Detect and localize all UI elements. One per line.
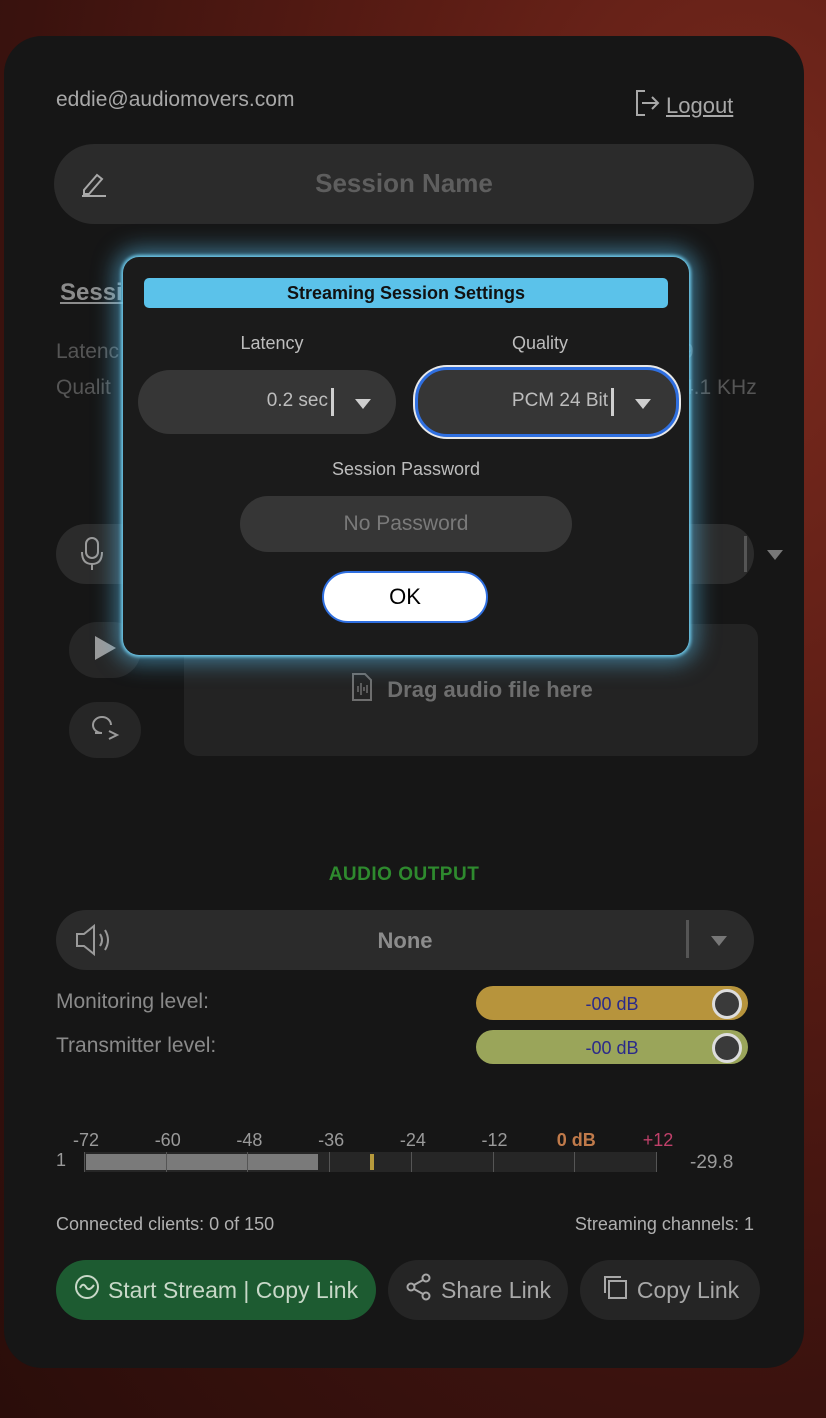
meter-scale-label: -12	[481, 1130, 508, 1150]
transmitter-level-slider[interactable]: -00 dB	[476, 1030, 748, 1064]
start-stream-button[interactable]: Start Stream | Copy Link	[56, 1260, 376, 1320]
chevron-down-icon	[354, 397, 372, 415]
meter-tick	[329, 1152, 331, 1172]
meter-tick	[410, 1152, 412, 1172]
chevron-down-icon	[634, 397, 652, 415]
slider-knob[interactable]	[712, 989, 742, 1019]
meter-tick	[84, 1152, 85, 1172]
session-name-field[interactable]: Session Name	[54, 144, 754, 224]
audio-output-select[interactable]: None	[56, 910, 754, 970]
transmitter-level-value: -00 dB	[585, 1038, 639, 1058]
loop-button[interactable]	[69, 702, 141, 758]
monitoring-level-label: Monitoring level:	[56, 990, 209, 1013]
dialog-title: Streaming Session Settings	[144, 278, 668, 308]
meter-peak-marker	[370, 1154, 374, 1170]
meter-channel-label: 1	[56, 1150, 67, 1170]
audio-output-heading: AUDIO OUTPUT	[328, 864, 480, 885]
select-divider	[686, 920, 689, 958]
select-divider	[744, 536, 747, 572]
meter-scale-label: -24	[399, 1130, 426, 1150]
share-link-button[interactable]: Share Link	[388, 1260, 568, 1320]
meter-scale-label: -60	[154, 1130, 181, 1150]
audio-file-icon	[349, 672, 375, 708]
monitoring-level-value: -00 dB	[585, 994, 639, 1014]
meter-tick	[492, 1152, 494, 1172]
level-meter	[84, 1152, 657, 1172]
meter-tick	[656, 1152, 657, 1172]
session-name-placeholder: Session Name	[315, 168, 493, 198]
quality-select[interactable]: PCM 24 Bit	[415, 367, 679, 437]
stream-icon	[74, 1274, 100, 1306]
meter-scale-label: -72	[72, 1130, 99, 1150]
microphone-icon	[80, 536, 104, 577]
start-stream-label: Start Stream | Copy Link	[107, 1276, 359, 1303]
copy-icon	[601, 1273, 629, 1307]
streaming-channels: Streaming channels: 1	[574, 1214, 754, 1234]
audio-output-value: None	[377, 928, 433, 953]
meter-tick	[247, 1152, 249, 1172]
meter-tick	[574, 1152, 576, 1172]
latency-select[interactable]: 0.2 sec	[138, 370, 396, 434]
share-link-label: Share Link	[441, 1276, 551, 1303]
meter-readout: -29.8	[690, 1152, 734, 1173]
quality-info-label: Qualit	[56, 376, 111, 399]
meter-scale-label: +12	[642, 1130, 674, 1150]
play-icon	[92, 634, 118, 667]
select-divider	[331, 388, 334, 416]
latency-info-label: Latenc	[56, 340, 120, 363]
copy-link-label: Copy Link	[636, 1276, 740, 1303]
session-password-field[interactable]: No Password	[240, 496, 572, 552]
quality-label: Quality	[511, 333, 569, 353]
loop-icon	[89, 715, 121, 746]
dropzone-label: Drag audio file here	[387, 677, 593, 702]
share-icon	[405, 1273, 433, 1307]
logout-button[interactable]: Logout	[634, 88, 733, 124]
select-divider	[611, 388, 614, 416]
ok-button[interactable]: OK	[322, 571, 488, 623]
session-settings-dialog: Streaming Session Settings Latency 0.2 s…	[123, 257, 689, 655]
meter-scale-label: -36	[318, 1130, 345, 1150]
logout-label: Logout	[666, 93, 734, 118]
account-email: eddie@audiomovers.com	[56, 88, 295, 111]
quality-value: PCM 24 Bit	[511, 390, 608, 411]
meter-scale-label: -48	[236, 1130, 263, 1150]
meter-scale-label: 0 dB	[556, 1130, 596, 1150]
slider-knob[interactable]	[712, 1033, 742, 1063]
session-password-label: Session Password	[331, 459, 481, 479]
meter-tick	[165, 1152, 167, 1172]
connected-clients: Connected clients: 0 of 150	[56, 1214, 275, 1234]
copy-link-button[interactable]: Copy Link	[580, 1260, 760, 1320]
meter-fill	[86, 1154, 318, 1170]
latency-value: 0.2 sec	[266, 390, 328, 411]
transmitter-level-label: Transmitter level:	[56, 1034, 217, 1057]
latency-label: Latency	[240, 333, 304, 353]
monitoring-level-slider[interactable]: -00 dB	[476, 986, 748, 1020]
logout-icon	[634, 88, 660, 124]
chevron-down-icon	[766, 548, 784, 566]
chevron-down-icon	[710, 934, 728, 952]
quality-info-value: 4.1 KHz	[682, 376, 757, 399]
